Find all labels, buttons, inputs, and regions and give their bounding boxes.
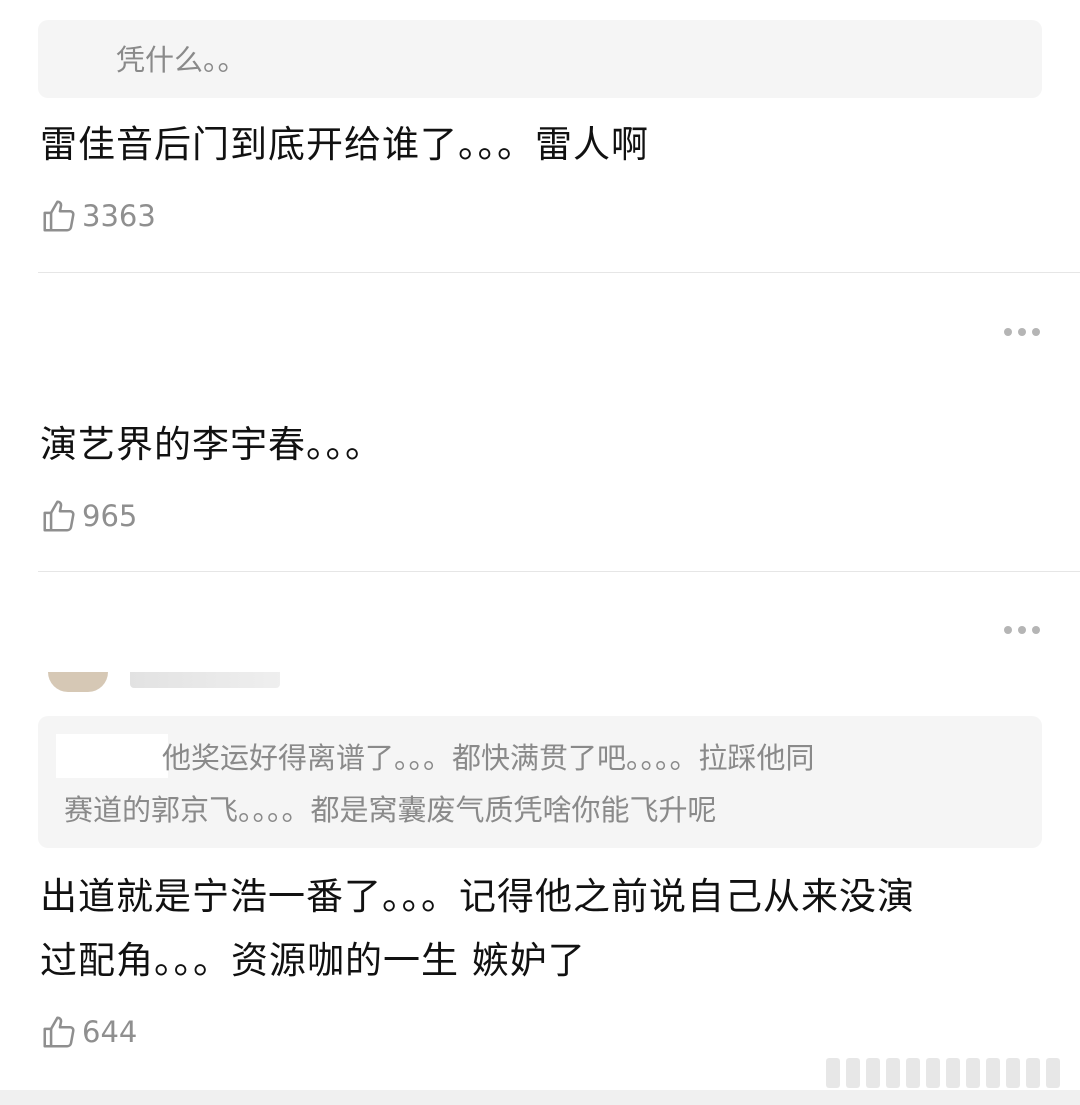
thumbs-up-icon [43,200,75,232]
redacted-username [56,734,168,778]
thumbs-up-icon [43,500,75,532]
more-options-button[interactable] [1004,326,1040,338]
like-button[interactable]: 965 [40,496,137,536]
divider [38,272,1080,273]
quoted-reply-text: 凭什么。。 [116,43,247,77]
more-options-button[interactable] [1004,624,1040,636]
comment-text-line2: 过配角。。。资源咖的一生 嫉妒了 [40,939,586,982]
watermark-logo [826,1058,1066,1090]
comment-text-line1: 出道就是宁浩一番了。。。记得他之前说自己从来没演 [40,875,915,918]
more-dots-icon [1004,328,1012,336]
quoted-reply[interactable]: 他奖运好得离谱了。。。都快满贯了吧。。。。拉踩他同 赛道的郭京飞。。。。都是窝囊… [38,716,1042,848]
like-button[interactable]: 3363 [40,196,156,236]
comment-text: 雷佳音后门到底开给谁了。。。雷人啊 [40,123,649,166]
bottom-bar [0,1090,1080,1105]
quoted-reply-text-line1: 他奖运好得离谱了。。。都快满贯了吧。。。。拉踩他同 [162,741,815,775]
thumbs-up-icon [43,1016,75,1048]
more-dots-icon [1004,626,1012,634]
avatar[interactable] [48,672,108,692]
username-partial[interactable] [130,672,280,688]
like-count: 644 [82,1015,138,1049]
like-count: 3363 [82,199,156,233]
like-count: 965 [82,499,138,533]
quoted-reply-text-line2: 赛道的郭京飞。。。。都是窝囊废气质凭啥你能飞升呢 [64,793,717,827]
divider [38,571,1080,572]
quoted-reply[interactable]: 凭什么。。 [38,20,1042,98]
like-button[interactable]: 644 [40,1012,137,1052]
comment-text: 演艺界的李宇春。。。 [40,423,383,466]
